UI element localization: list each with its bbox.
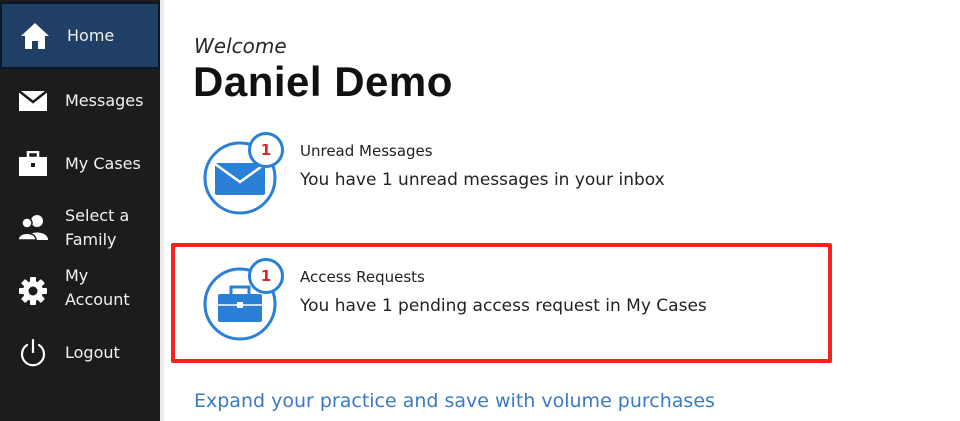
sidebar-item-logout[interactable]: Logout bbox=[0, 328, 160, 378]
briefcase-icon bbox=[16, 148, 50, 180]
promo-link[interactable]: Expand your practice and save with volum… bbox=[194, 390, 715, 412]
highlight-box bbox=[171, 243, 832, 363]
notification-badge: 1 bbox=[248, 132, 284, 168]
page-title: Daniel Demo bbox=[193, 58, 453, 105]
sidebar-item-label: Select a Family bbox=[65, 206, 130, 249]
sidebar-item-label: Messages bbox=[65, 91, 144, 110]
family-icon bbox=[16, 211, 50, 243]
welcome-text: Welcome bbox=[194, 34, 287, 58]
sidebar-item-label: My Account bbox=[65, 266, 130, 309]
power-icon bbox=[16, 337, 50, 369]
badge-count: 1 bbox=[260, 141, 272, 159]
sidebar-item-select-family[interactable]: Select a Family bbox=[0, 198, 160, 256]
sidebar-item-messages[interactable]: Messages bbox=[0, 76, 160, 126]
sidebar-item-my-cases[interactable]: My Cases bbox=[0, 139, 160, 189]
card-text: You have 1 unread messages in your inbox bbox=[300, 170, 665, 190]
sidebar-item-home[interactable]: Home bbox=[0, 2, 160, 69]
gear-icon bbox=[16, 275, 50, 307]
card-title: Unread Messages bbox=[300, 142, 433, 160]
sidebar: Home Messages My Cases Select a Family M… bbox=[0, 0, 160, 421]
sidebar-item-label: Home bbox=[67, 26, 115, 45]
sidebar-item-my-account[interactable]: My Account bbox=[0, 262, 160, 320]
sidebar-divider bbox=[160, 0, 164, 421]
unread-messages-card[interactable]: 1 Unread Messages You have 1 unread mess… bbox=[200, 130, 800, 220]
envelope-icon bbox=[16, 85, 50, 117]
sidebar-item-label: Logout bbox=[65, 343, 120, 362]
home-icon bbox=[18, 20, 52, 52]
sidebar-item-label: My Cases bbox=[65, 154, 141, 173]
